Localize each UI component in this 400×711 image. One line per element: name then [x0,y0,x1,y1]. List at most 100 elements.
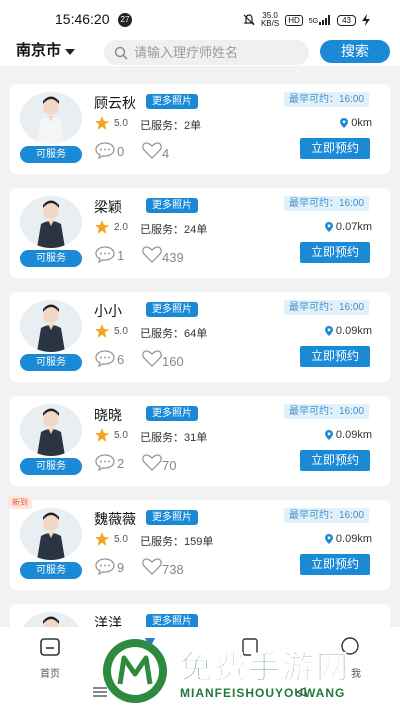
new-arrival-tag: 新到 [8,496,32,509]
available-badge: 可服务 [20,562,82,579]
available-badge: 可服务 [20,250,82,267]
comment-count: 1 [117,248,125,263]
distance: 0.09km [324,533,372,545]
book-now-button[interactable]: 立即预约 [300,138,370,159]
like-count: 4 [162,146,170,161]
watermark-title: 免费手游网 [179,649,351,686]
star-icon [95,428,109,442]
watermark-subtitle: MIANFEISHOUYOUWANG [180,686,346,700]
nav-home[interactable]: 首页 [30,635,70,680]
comment-icon[interactable] [94,245,116,263]
search-box[interactable] [104,40,309,65]
notification-badge: 27 [118,13,132,27]
distance: 0.09km [324,325,372,337]
separator [0,66,400,84]
comment-icon[interactable] [94,453,116,471]
search-icon [114,46,128,60]
like-count: 160 [162,354,184,369]
star-icon [95,116,109,130]
available-badge: 可服务 [20,458,82,475]
mute-icon [243,14,255,26]
distance: 0km [340,117,372,129]
served-count: 已服务：159单 [140,536,214,548]
net-speed: 35.0 KB/S [260,11,280,28]
rating-value: 5.0 [114,534,128,545]
nav-home-label: 首页 [40,669,60,680]
search-button[interactable]: 搜索 [320,40,390,63]
earliest-time-tag: 最早可约：16:00 [284,300,370,315]
rating-value: 5.0 [114,430,128,441]
available-badge: 可服务 [20,354,82,371]
earliest-time-tag: 最早可约：16:00 [284,508,370,523]
therapist-card[interactable]: 梁颖 更多照片可服务 2.0 已服务：24单 1 439 最早可约：16:00 0.07km 立… [10,188,390,278]
more-photos-button[interactable]: 更多照片 [146,406,198,421]
comment-count: 0 [117,144,125,159]
signal-icon: 5G [309,15,331,25]
therapist-name: 顾云秋 [94,95,136,111]
battery-icon: 43 [337,14,356,26]
rating-value: 5.0 [114,326,128,337]
avatar[interactable] [20,196,82,248]
earliest-time-tag: 最早可约：16:00 [284,404,370,419]
book-now-button[interactable]: 立即预约 [300,346,370,367]
like-count: 70 [162,458,177,473]
comment-icon[interactable] [94,557,116,575]
avatar[interactable] [20,300,82,352]
therapist-card[interactable]: 顾云秋 更多照片 可服务 5.0 已服务：2单 0 4 最早可约：16:00 0km 立即预约 [10,84,390,174]
avatar[interactable] [20,404,82,456]
heart-icon[interactable] [141,141,163,159]
caret-down-icon [65,49,76,55]
served-count: 已服务：64单 [140,328,208,340]
comment-count: 6 [117,352,125,367]
heart-icon[interactable] [141,453,163,471]
status-icons: 35.0 KB/S HD 5G 43 [243,12,370,28]
earliest-time-tag: 最早可约：16:00 [284,196,370,211]
therapist-name: 梁颖 [94,199,122,215]
like-count: 738 [162,562,184,577]
location-pin-icon [340,118,349,128]
heart-icon[interactable] [141,349,163,367]
location-pin-icon [324,326,333,336]
avatar[interactable] [20,92,82,144]
location-pin-icon [324,222,333,232]
earliest-time-tag: 最早可约：16:00 [284,92,370,107]
served-count: 已服务：24单 [140,224,208,236]
more-photos-button[interactable]: 更多照片 [146,198,198,213]
served-count: 已服务：2单 [140,120,202,132]
location-pin-icon [324,534,333,544]
more-photos-button[interactable]: 更多照片 [146,94,198,109]
heart-icon[interactable] [141,245,163,263]
therapist-name: 魏薇薇 [94,511,136,527]
star-icon [95,532,109,546]
heart-icon[interactable] [141,557,163,575]
therapist-card[interactable]: 魏薇薇 更多照片 可服务 新到 5.0 已服务：159单 9 738 最早可约：16:00 0.0… [8,496,390,590]
distance: 0.07km [324,221,372,233]
avatar[interactable] [20,508,82,560]
like-count: 439 [162,250,184,265]
book-now-button[interactable]: 立即预约 [300,242,370,263]
location-pin-icon [324,430,333,440]
star-icon [95,220,109,234]
therapist-card[interactable]: 小小 更多照片可服务 5.0 已服务：64单 6 160 最早可约：16:00 0.09km 立… [10,292,390,382]
therapist-name: 晓晓 [94,407,122,423]
distance: 0.09km [324,429,372,441]
therapist-card[interactable]: 晓晓 更多照片 可服务 5.0 已服务：31单 2 70 最早可约：16:00 0.09km 立即… [10,396,390,486]
status-time: 15:46:20 [55,11,110,27]
charging-icon [362,14,370,26]
city-label: 南京市 [16,42,62,59]
comment-count: 2 [117,456,125,471]
more-photos-button[interactable]: 更多照片 [146,302,198,317]
comment-icon[interactable] [94,141,116,159]
rating-value: 2.0 [114,222,128,233]
book-now-button[interactable]: 立即预约 [300,554,370,575]
search-input[interactable] [134,45,304,60]
watermark-logo [103,639,167,703]
book-now-button[interactable]: 立即预约 [300,450,370,471]
therapist-name: 小小 [94,303,122,319]
comment-icon[interactable] [94,349,116,367]
status-bar: 15:46:20 27 35.0 KB/S HD 5G 43 [0,0,400,40]
header: 南京市 搜索 [0,40,400,66]
home-icon [40,638,60,656]
more-photos-button[interactable]: 更多照片 [146,510,198,525]
city-selector[interactable]: 南京市 [16,40,76,62]
